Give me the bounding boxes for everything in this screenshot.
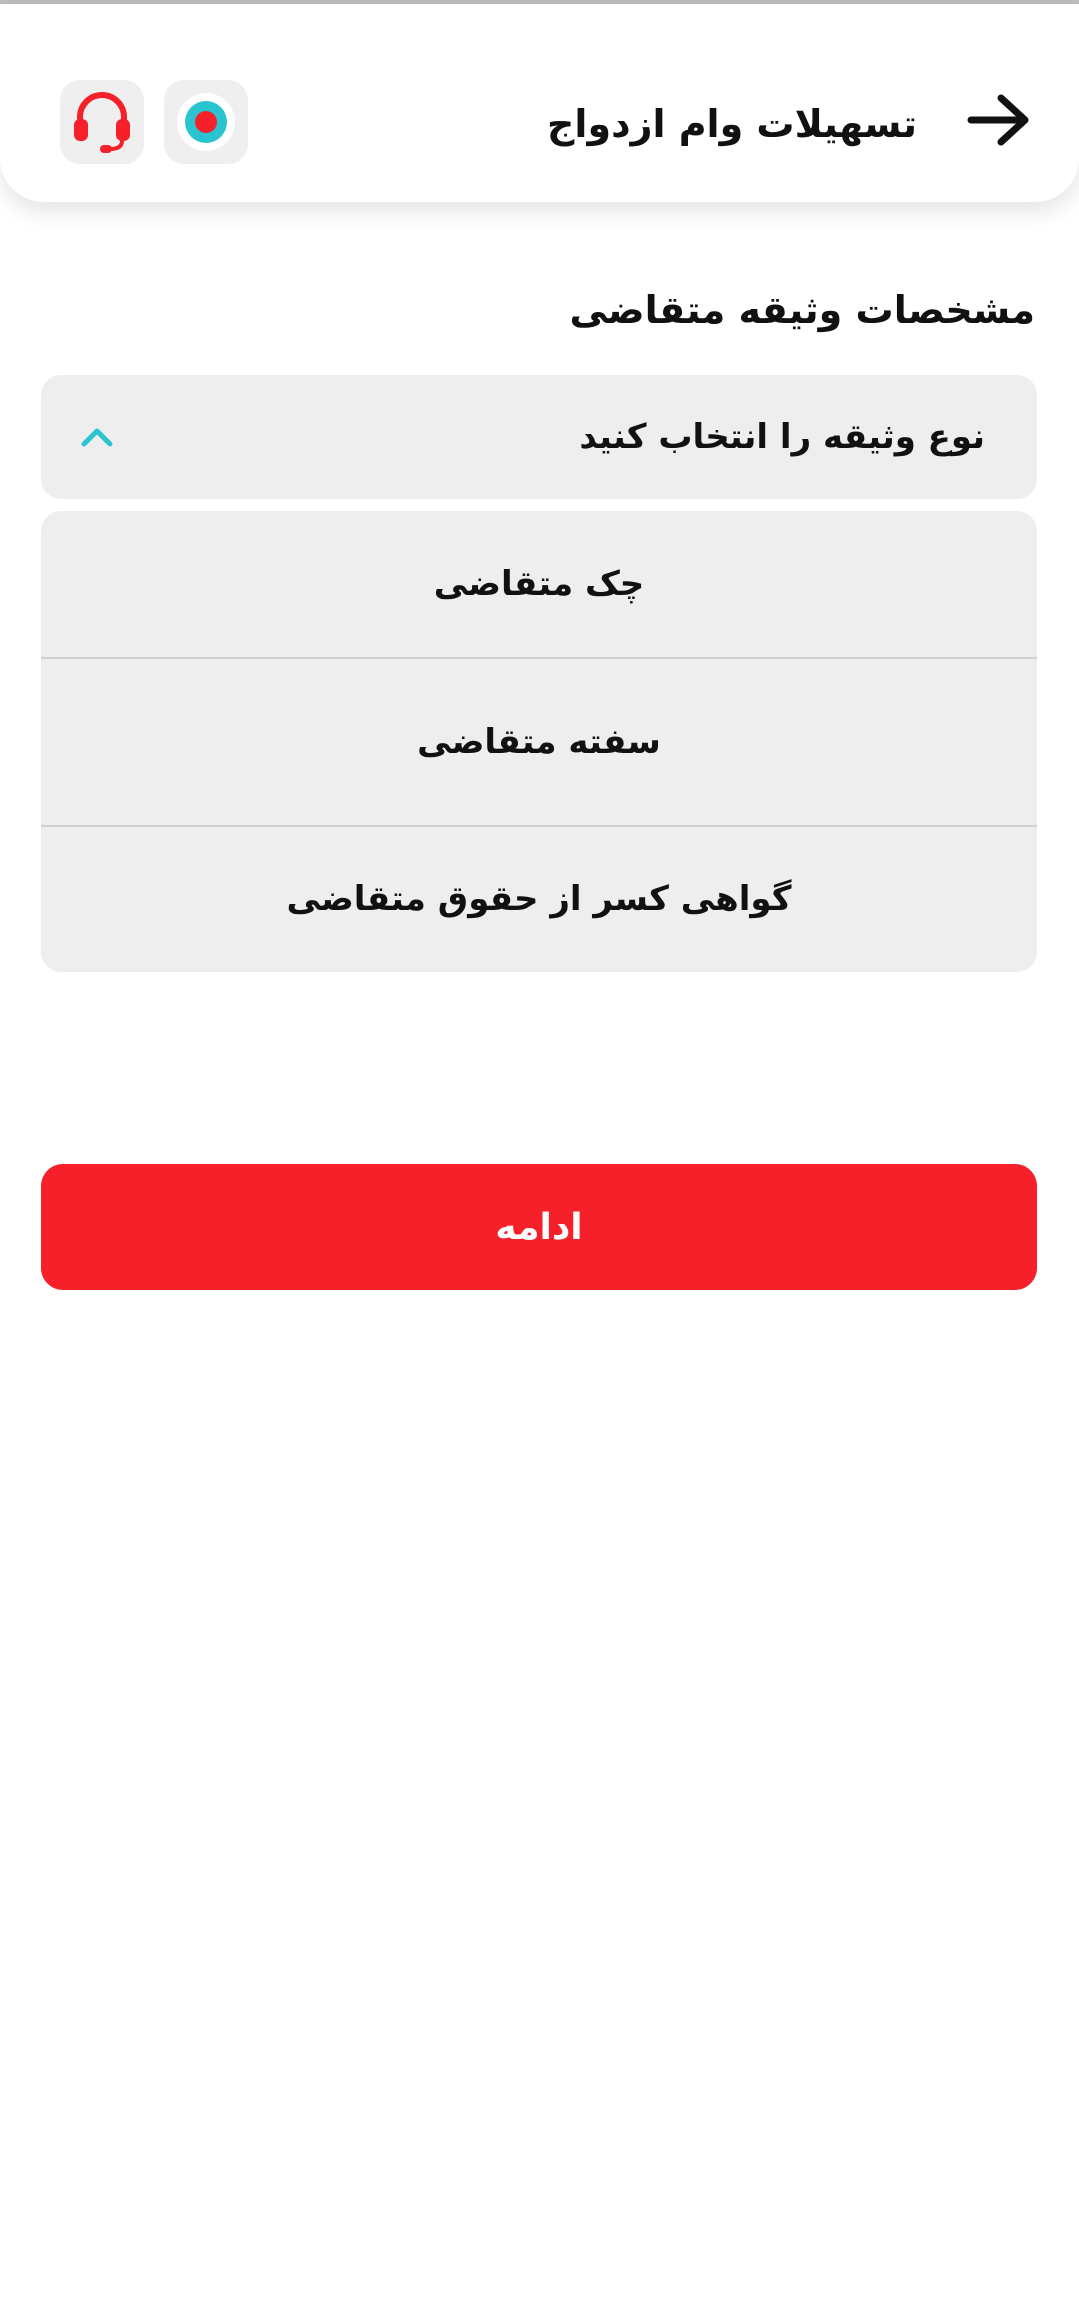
collateral-type-dropdown[interactable]: نوع وثیقه را انتخاب کنید	[41, 375, 1037, 499]
option-applicant-cheque[interactable]: چک متقاضی	[41, 511, 1037, 657]
app-header: تسهیلات وام ازدواج	[0, 4, 1079, 202]
support-button[interactable]	[60, 80, 144, 164]
continue-button[interactable]: ادامه	[41, 1164, 1037, 1290]
dropdown-placeholder: نوع وثیقه را انتخاب کنید	[579, 417, 985, 457]
record-icon	[177, 93, 235, 151]
arrow-right-icon	[967, 94, 1029, 146]
chevron-up-icon	[73, 413, 121, 461]
option-salary-deduction-certificate[interactable]: گواهی کسر از حقوق متقاضی	[41, 826, 1037, 972]
option-applicant-promissory-note[interactable]: سفته متقاضی	[41, 658, 1037, 825]
section-title: مشخصات وثیقه متقاضی	[569, 288, 1035, 332]
headset-icon	[74, 92, 130, 153]
record-button[interactable]	[164, 80, 248, 164]
back-button[interactable]	[963, 84, 1035, 156]
page-title: تسهیلات وام ازدواج	[547, 102, 917, 146]
dropdown-options-list: چک متقاضی سفته متقاضی گواهی کسر از حقوق …	[41, 511, 1037, 972]
